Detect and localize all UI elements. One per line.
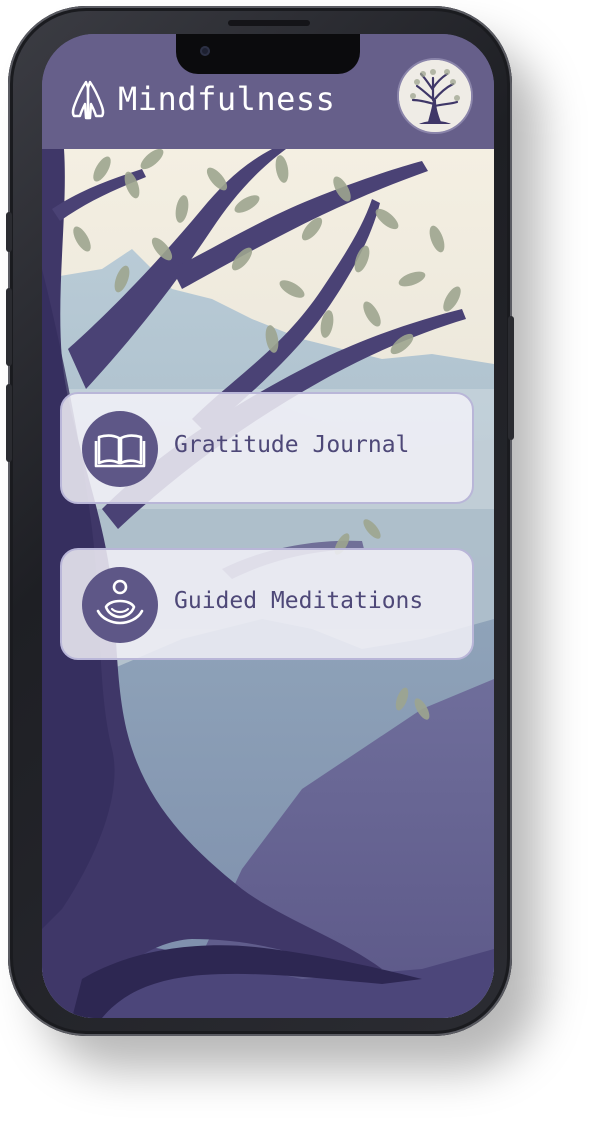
app-title: Mindfulness (118, 80, 336, 118)
praying-hands-icon (71, 80, 105, 120)
earpiece (228, 20, 310, 26)
meditation-icon-circle (82, 567, 158, 643)
open-book-icon (94, 434, 146, 468)
phone-frame: Mindfulness Gratitude Journal Guided Med… (6, 6, 514, 1036)
guided-meditations-label: Guided Meditations (174, 588, 424, 614)
volume-down-button (6, 384, 12, 462)
tree-icon (399, 60, 471, 132)
front-camera (200, 46, 210, 56)
guided-meditations-card[interactable]: Guided Meditations (60, 548, 474, 660)
stage: Mindfulness Gratitude Journal Guided Med… (0, 0, 600, 1131)
gratitude-journal-card[interactable]: Gratitude Journal (60, 392, 474, 504)
screen: Mindfulness Gratitude Journal Guided Med… (42, 34, 494, 1018)
volume-up-button (6, 288, 12, 366)
gratitude-journal-label: Gratitude Journal (174, 432, 410, 458)
notch (176, 34, 360, 74)
journal-icon-circle (82, 411, 158, 487)
meditating-person-icon (96, 579, 144, 625)
power-button (508, 316, 514, 440)
silent-switch (6, 212, 12, 252)
profile-avatar[interactable] (397, 58, 473, 134)
